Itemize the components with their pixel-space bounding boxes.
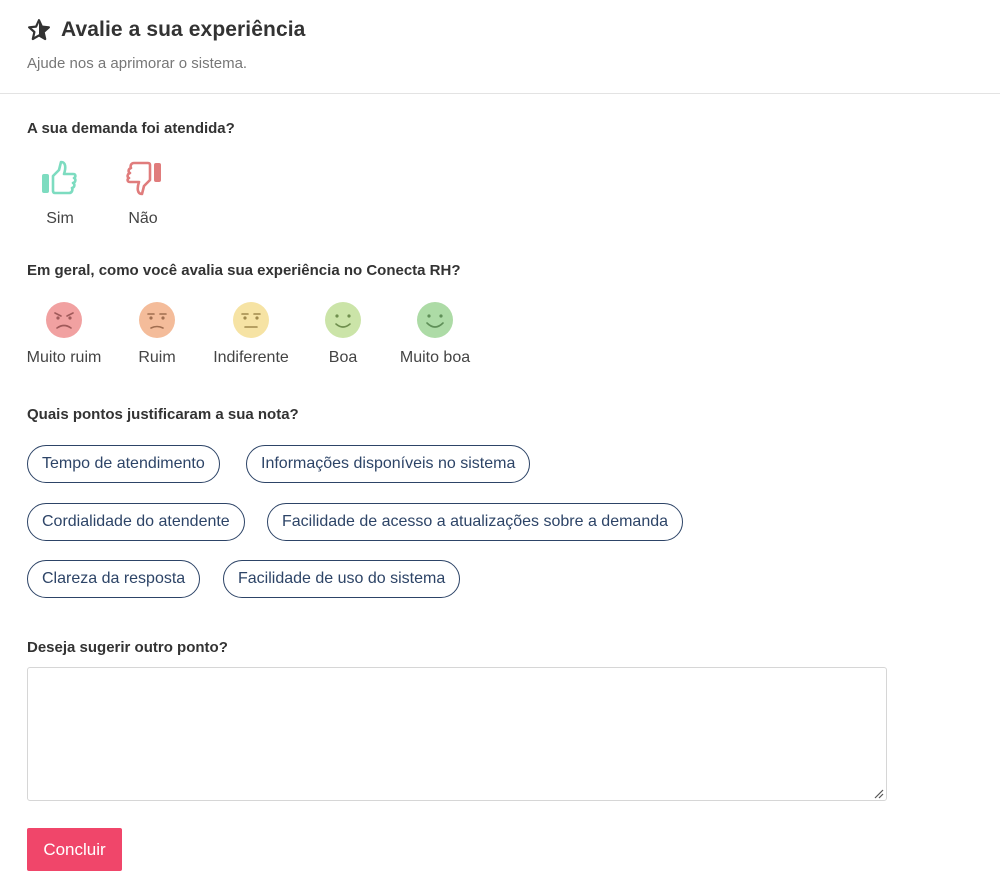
rating-indiferente-label: Indiferente <box>213 349 289 366</box>
resize-grip-icon[interactable] <box>872 786 884 799</box>
page-title: Avalie a sua experiência <box>61 18 306 41</box>
rating-indiferente[interactable]: Indiferente <box>205 301 297 367</box>
rating-ruim-label: Ruim <box>138 349 176 366</box>
rating-muito-ruim-label: Muito ruim <box>26 349 102 366</box>
thumbs-up-icon <box>26 158 94 198</box>
neutral-face-icon <box>205 301 297 339</box>
question-justification: Quais pontos justificaram a sua nota? <box>27 406 299 423</box>
chip-facilidade-acesso-atualizacoes[interactable]: Facilidade de acesso a atualizações sobr… <box>267 503 684 541</box>
option-nao[interactable]: Não <box>109 158 177 228</box>
chip-informacoes-disponiveis[interactable]: Informações disponíveis no sistema <box>246 445 531 483</box>
concluir-button[interactable]: Concluir <box>27 828 122 871</box>
rating-boa[interactable]: Boa <box>297 301 389 367</box>
angry-face-icon <box>18 301 110 339</box>
page-subtitle: Ajude nos a aprimorar o sistema. <box>27 55 248 72</box>
option-sim-label: Sim <box>46 210 74 227</box>
chip-cordialidade-atendente[interactable]: Cordialidade do atendente <box>27 503 245 541</box>
question-overall-experience: Em geral, como você avalia sua experiênc… <box>27 262 461 279</box>
rating-muito-ruim[interactable]: Muito ruim <box>18 301 110 367</box>
frowning-face-icon <box>111 301 203 339</box>
smiling-face-icon <box>297 301 389 339</box>
rating-muito-boa[interactable]: Muito boa <box>389 301 481 367</box>
rating-ruim[interactable]: Ruim <box>111 301 203 367</box>
rating-boa-label: Boa <box>328 349 358 366</box>
suggestion-textarea[interactable] <box>27 667 887 801</box>
question-suggest-other: Deseja sugerir outro ponto? <box>27 639 228 656</box>
chip-facilidade-uso-sistema[interactable]: Facilidade de uso do sistema <box>223 560 461 598</box>
star-outline-icon <box>27 18 51 42</box>
chip-clareza-resposta[interactable]: Clareza da resposta <box>27 560 201 598</box>
rating-muito-boa-label: Muito boa <box>399 349 471 366</box>
happy-face-icon <box>389 301 481 339</box>
option-sim[interactable]: Sim <box>26 158 94 228</box>
question-demand-attended: A sua demanda foi atendida? <box>27 120 235 137</box>
page-header: Avalie a sua experiência Ajude nos a apr… <box>0 0 1000 94</box>
chip-tempo-atendimento[interactable]: Tempo de atendimento <box>27 445 220 483</box>
title-row: Avalie a sua experiência <box>27 15 305 45</box>
option-nao-label: Não <box>128 210 158 227</box>
thumbs-down-icon <box>109 158 177 198</box>
